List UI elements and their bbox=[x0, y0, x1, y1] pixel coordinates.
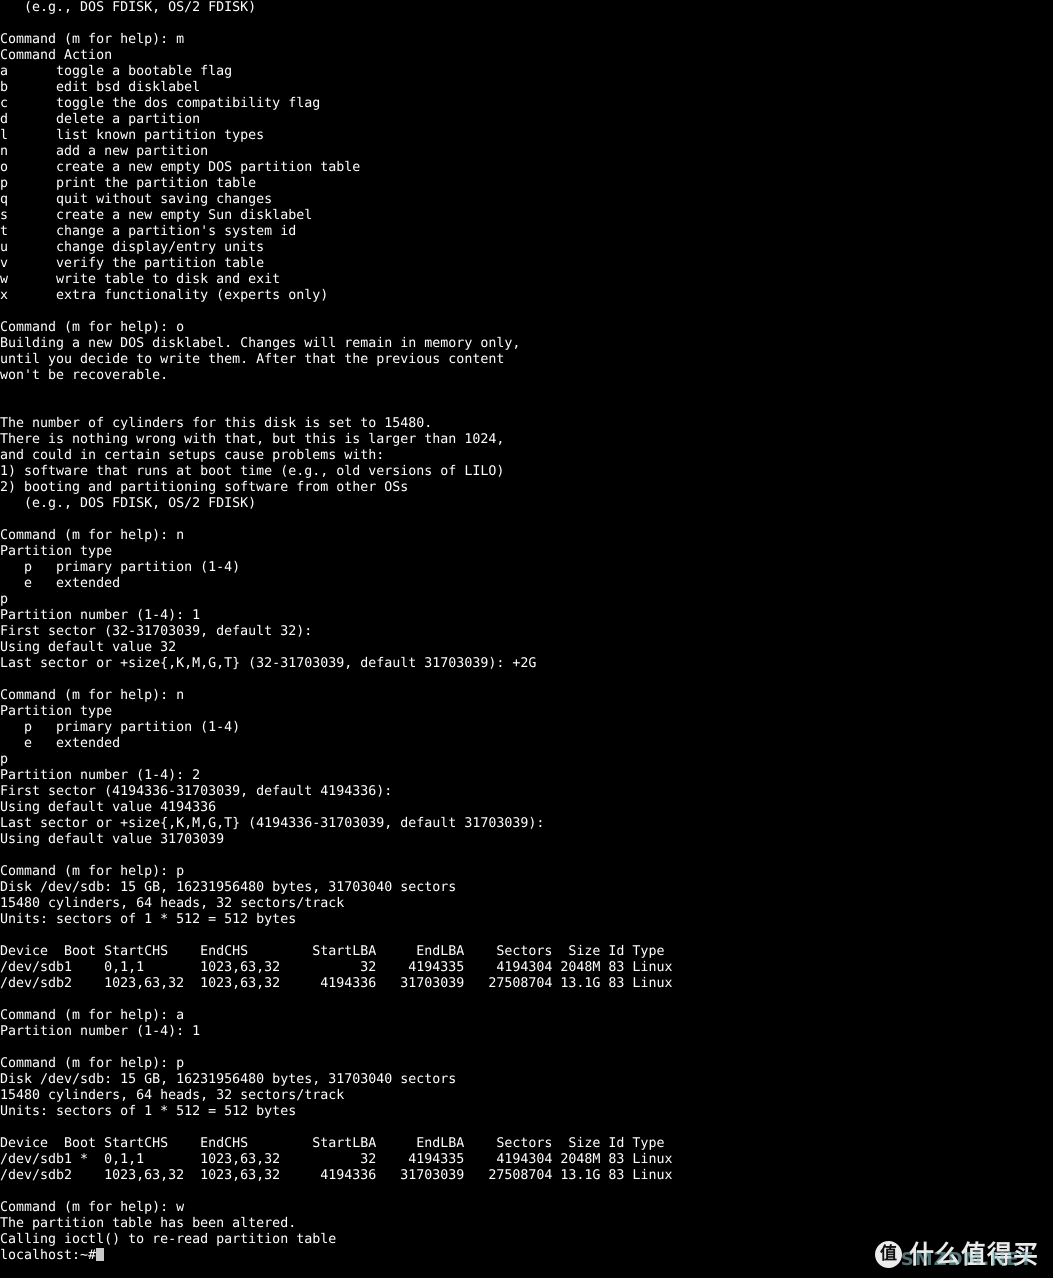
terminal-line: Command (m for help): n bbox=[0, 528, 185, 543]
terminal-line: (e.g., DOS FDISK, OS/2 FDISK) bbox=[0, 496, 257, 511]
terminal-line: Units: sectors of 1 * 512 = 512 bytes bbox=[0, 912, 297, 927]
terminal-line: e extended bbox=[0, 576, 121, 591]
terminal-line: Using default value 32 bbox=[0, 640, 177, 655]
terminal-line: n add a new partition bbox=[0, 144, 209, 159]
terminal-line: Partition number (1-4): 1 bbox=[0, 608, 201, 623]
terminal-line: Partition number (1-4): 1 bbox=[0, 1024, 201, 1039]
terminal-line: c toggle the dos compatibility flag bbox=[0, 96, 321, 111]
terminal-line: /dev/sdb1 * 0,1,1 1023,63,32 32 4194335 … bbox=[0, 1152, 673, 1167]
terminal-line: p print the partition table bbox=[0, 176, 257, 191]
terminal-line: e extended bbox=[0, 736, 121, 751]
terminal-line: v verify the partition table bbox=[0, 256, 265, 271]
terminal-line: First sector (32-31703039, default 32): bbox=[0, 624, 313, 639]
terminal-line: The partition table has been altered. bbox=[0, 1216, 297, 1231]
terminal-line: a toggle a bootable flag bbox=[0, 64, 233, 79]
terminal-line: Partition type bbox=[0, 544, 113, 559]
terminal-line: (e.g., DOS FDISK, OS/2 FDISK) bbox=[0, 0, 257, 15]
terminal-line: /dev/sdb1 0,1,1 1023,63,32 32 4194335 41… bbox=[0, 960, 673, 975]
terminal-line: l list known partition types bbox=[0, 128, 265, 143]
terminal-line: Command Action bbox=[0, 48, 113, 63]
terminal-line: p primary partition (1-4) bbox=[0, 720, 241, 735]
terminal-line: 15480 cylinders, 64 heads, 32 sectors/tr… bbox=[0, 1088, 345, 1103]
terminal-line: /dev/sdb2 1023,63,32 1023,63,32 4194336 … bbox=[0, 976, 673, 991]
terminal-line: Calling ioctl() to re-read partition tab… bbox=[0, 1232, 337, 1247]
terminal-line: There is nothing wrong with that, but th… bbox=[0, 432, 505, 447]
terminal-line: Device Boot StartCHS EndCHS StartLBA End… bbox=[0, 944, 665, 959]
terminal-line: and could in certain setups cause proble… bbox=[0, 448, 385, 463]
terminal-line: b edit bsd disklabel bbox=[0, 80, 201, 95]
terminal-line: Using default value 31703039 bbox=[0, 832, 225, 847]
terminal-line: Command (m for help): o bbox=[0, 320, 185, 335]
terminal-line: Last sector or +size{,K,M,G,T} (4194336-… bbox=[0, 816, 545, 831]
terminal-line: Command (m for help): m bbox=[0, 32, 185, 47]
terminal-line: won't be recoverable. bbox=[0, 368, 169, 383]
terminal-line: /dev/sdb2 1023,63,32 1023,63,32 4194336 … bbox=[0, 1168, 673, 1183]
terminal-line: Last sector or +size{,K,M,G,T} (32-31703… bbox=[0, 656, 537, 671]
terminal-line: p bbox=[0, 592, 9, 607]
terminal-output[interactable]: (e.g., DOS FDISK, OS/2 FDISK) Command (m … bbox=[0, 0, 1053, 1278]
terminal-line: Command (m for help): p bbox=[0, 1056, 185, 1071]
terminal-line: Using default value 4194336 bbox=[0, 800, 217, 815]
terminal-line: o create a new empty DOS partition table bbox=[0, 160, 361, 175]
terminal-line: 15480 cylinders, 64 heads, 32 sectors/tr… bbox=[0, 896, 345, 911]
terminal-line: s create a new empty Sun disklabel bbox=[0, 208, 313, 223]
terminal-line: d delete a partition bbox=[0, 112, 201, 127]
terminal-line: w write table to disk and exit bbox=[0, 272, 281, 287]
terminal-line: Command (m for help): w bbox=[0, 1200, 185, 1215]
terminal-line: x extra functionality (experts only) bbox=[0, 288, 329, 303]
terminal-line: p primary partition (1-4) bbox=[0, 560, 241, 575]
terminal-line: Device Boot StartCHS EndCHS StartLBA End… bbox=[0, 1136, 665, 1151]
shell-prompt: localhost:~# bbox=[0, 1248, 97, 1263]
terminal-line: Command (m for help): n bbox=[0, 688, 185, 703]
terminal-line: Building a new DOS disklabel. Changes wi… bbox=[0, 336, 521, 351]
terminal-line: Partition type bbox=[0, 704, 113, 719]
terminal-line: Command (m for help): a bbox=[0, 1008, 185, 1023]
terminal-line: u change display/entry units bbox=[0, 240, 265, 255]
terminal-line: t change a partition's system id bbox=[0, 224, 297, 239]
terminal-line: p bbox=[0, 752, 9, 767]
terminal-line: Command (m for help): p bbox=[0, 864, 185, 879]
terminal-line: Partition number (1-4): 2 bbox=[0, 768, 201, 783]
terminal-line: Units: sectors of 1 * 512 = 512 bytes bbox=[0, 1104, 297, 1119]
terminal-line: q quit without saving changes bbox=[0, 192, 273, 207]
terminal-line: localhost:~# bbox=[0, 1248, 1053, 1264]
terminal-line: Disk /dev/sdb: 15 GB, 16231956480 bytes,… bbox=[0, 880, 457, 895]
terminal-line: Disk /dev/sdb: 15 GB, 16231956480 bytes,… bbox=[0, 1072, 457, 1087]
terminal-line: The number of cylinders for this disk is… bbox=[0, 416, 433, 431]
terminal-line: 1) software that runs at boot time (e.g.… bbox=[0, 464, 505, 479]
terminal-line: until you decide to write them. After th… bbox=[0, 352, 505, 367]
terminal-line: First sector (4194336-31703039, default … bbox=[0, 784, 393, 799]
terminal-cursor bbox=[96, 1248, 105, 1261]
terminal-line: 2) booting and partitioning software fro… bbox=[0, 480, 409, 495]
